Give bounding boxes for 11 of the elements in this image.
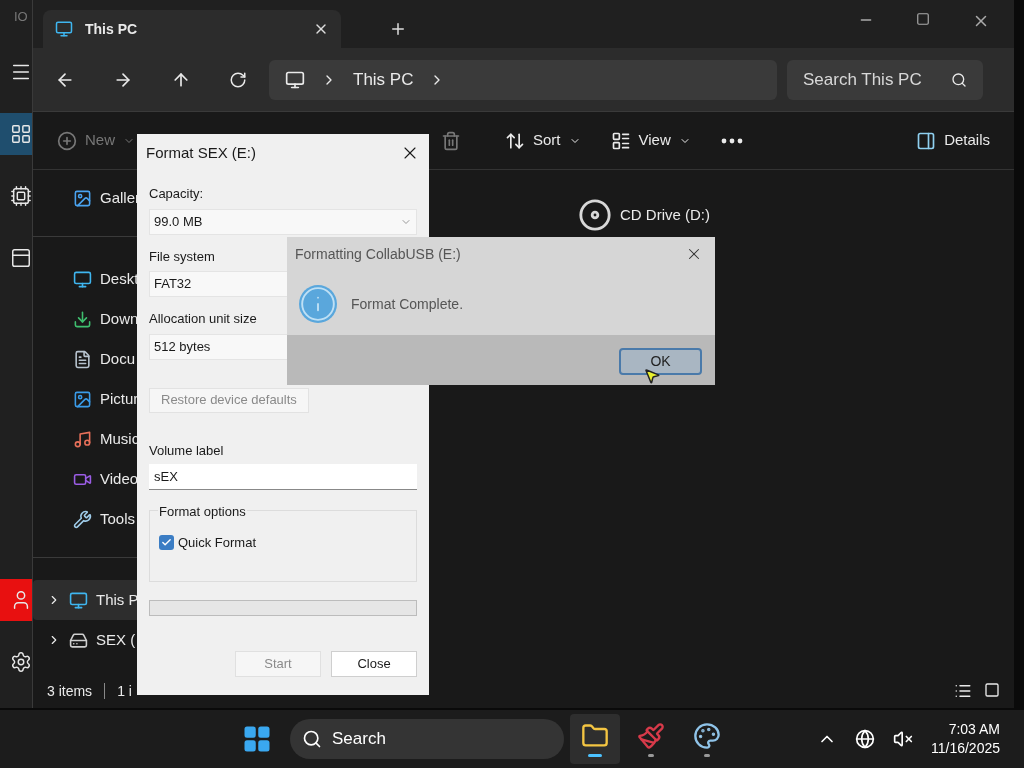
app-title: IO [14, 10, 28, 23]
field-label: Volume label [149, 441, 224, 460]
field-label: Capacity: [149, 185, 204, 203]
tab-title: This PC [85, 19, 139, 39]
status-text: 1 i [117, 681, 132, 701]
field-label: Allocation unit size [149, 310, 257, 328]
message-text: Format Complete. [351, 294, 464, 314]
dialog-title: Format SEX (E:) [146, 142, 257, 163]
field-label: File system [149, 247, 215, 266]
message-title: Formatting CollabUSB (E:) [295, 244, 461, 264]
status-text: 3 items [47, 681, 93, 701]
